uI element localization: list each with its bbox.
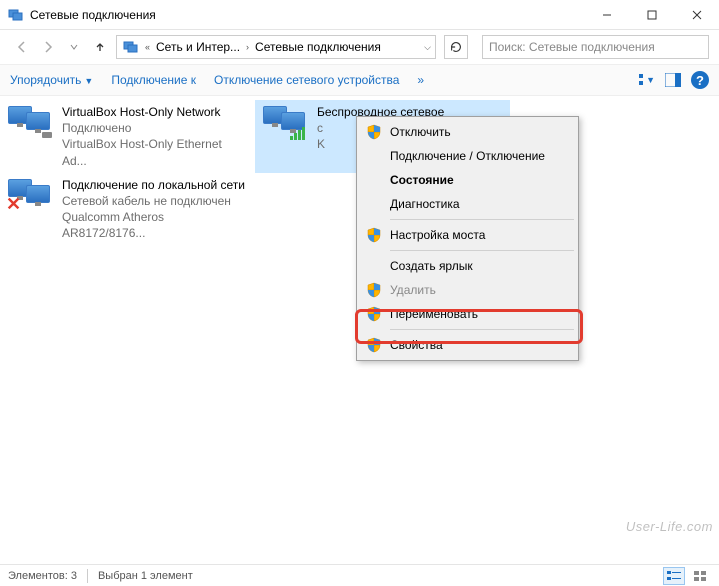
- breadcrumb-part1[interactable]: Сеть и Интер...: [152, 36, 244, 58]
- network-adapter-icon: [6, 104, 54, 140]
- context-menu-item[interactable]: Подключение / Отключение: [360, 144, 575, 168]
- recent-dropdown[interactable]: [62, 35, 86, 59]
- item-name: VirtualBox Host-Only Network: [62, 104, 249, 120]
- context-menu: Отключить Подключение / Отключение Состоян…: [356, 116, 579, 361]
- context-menu-separator: [390, 219, 574, 220]
- breadcrumb-sep: «: [143, 42, 152, 52]
- view-large-button[interactable]: [689, 567, 711, 585]
- maximize-button[interactable]: [629, 0, 674, 29]
- network-adapter-icon: [261, 104, 309, 140]
- disable-device-button[interactable]: Отключение сетевого устройства: [214, 73, 399, 87]
- item-status: Подключено: [62, 120, 249, 136]
- context-menu-item: Удалить: [360, 278, 575, 302]
- view-button[interactable]: ▼: [639, 72, 655, 88]
- breadcrumb-part2[interactable]: Сетевые подключения: [251, 36, 385, 58]
- item-status: Сетевой кабель не подключен: [62, 193, 249, 209]
- window-icon: [8, 7, 24, 23]
- status-count: Элементов: 3: [8, 570, 77, 582]
- context-menu-item[interactable]: Свойства: [360, 333, 575, 357]
- network-adapter-icon: ✕: [6, 177, 54, 213]
- back-button[interactable]: [10, 35, 34, 59]
- item-device: Qualcomm Atheros AR8172/8176...: [62, 209, 249, 241]
- context-menu-label: Диагностика: [390, 197, 460, 211]
- status-bar: Элементов: 3 Выбран 1 элемент: [0, 564, 719, 586]
- context-menu-item[interactable]: Отключить: [360, 120, 575, 144]
- help-button[interactable]: ?: [691, 71, 709, 89]
- context-menu-label: Отключить: [390, 125, 451, 139]
- title-bar: Сетевые подключения: [0, 0, 719, 30]
- connection-item[interactable]: VirtualBox Host-Only Network Подключено …: [0, 100, 255, 173]
- connect-to-button[interactable]: Подключение к: [111, 73, 196, 87]
- breadcrumb-icon: [119, 36, 143, 58]
- context-menu-label: Настройка моста: [390, 228, 485, 242]
- close-button[interactable]: [674, 0, 719, 29]
- minimize-button[interactable]: [584, 0, 629, 29]
- organize-button[interactable]: Упорядочить▼: [10, 73, 93, 87]
- window-title: Сетевые подключения: [30, 8, 584, 22]
- item-name: Подключение по локальной сети: [62, 177, 249, 193]
- context-menu-label: Создать ярлык: [390, 259, 473, 273]
- context-menu-label: Подключение / Отключение: [390, 149, 545, 163]
- context-menu-item[interactable]: Состояние: [360, 168, 575, 192]
- search-input[interactable]: Поиск: Сетевые подключения: [482, 35, 709, 59]
- search-placeholder: Поиск: Сетевые подключения: [489, 40, 655, 54]
- context-menu-item[interactable]: Переименовать: [360, 302, 575, 326]
- toolbar-overflow[interactable]: »: [417, 73, 424, 87]
- context-menu-item[interactable]: Создать ярлык: [360, 254, 575, 278]
- toolbar: Упорядочить▼ Подключение к Отключение се…: [0, 64, 719, 96]
- content-area: VirtualBox Host-Only Network Подключено …: [0, 96, 719, 558]
- context-menu-label: Удалить: [390, 283, 436, 297]
- refresh-button[interactable]: [444, 35, 468, 59]
- up-button[interactable]: [88, 35, 112, 59]
- context-menu-label: Свойства: [390, 338, 443, 352]
- connection-item[interactable]: ✕ Подключение по локальной сети Сетевой …: [0, 173, 255, 246]
- context-menu-item[interactable]: Настройка моста: [360, 223, 575, 247]
- context-menu-label: Состояние: [390, 173, 454, 187]
- signal-bars-icon: [290, 127, 305, 140]
- watermark: User-Life.com: [626, 519, 713, 534]
- preview-pane-button[interactable]: [665, 72, 681, 88]
- item-device: VirtualBox Host-Only Ethernet Ad...: [62, 136, 249, 168]
- address-bar: « Сеть и Интер... › Сетевые подключения …: [0, 30, 719, 64]
- context-menu-separator: [390, 329, 574, 330]
- context-menu-separator: [390, 250, 574, 251]
- status-selected: Выбран 1 элемент: [98, 570, 193, 582]
- chevron-down-icon[interactable]: ⌵: [422, 42, 433, 53]
- context-menu-item[interactable]: Диагностика: [360, 192, 575, 216]
- breadcrumb[interactable]: « Сеть и Интер... › Сетевые подключения …: [116, 35, 436, 59]
- forward-button[interactable]: [36, 35, 60, 59]
- view-details-button[interactable]: [663, 567, 685, 585]
- context-menu-label: Переименовать: [390, 307, 478, 321]
- disconnected-icon: ✕: [6, 194, 21, 215]
- chevron-right-icon[interactable]: ›: [244, 42, 251, 52]
